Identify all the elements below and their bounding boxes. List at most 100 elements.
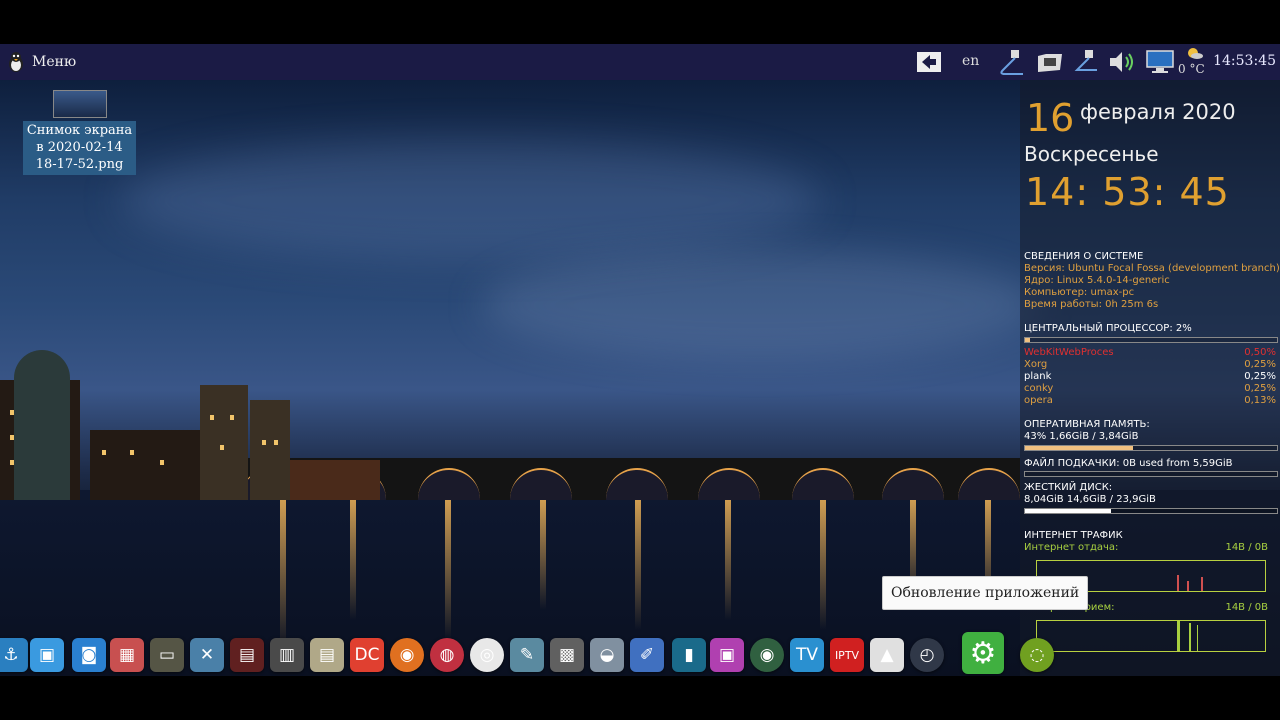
folder-mount-icon[interactable] [1034,48,1066,76]
iptv-icon[interactable]: IPTV [830,638,864,672]
conky-computer: Компьютер: umax-pc [1024,287,1135,298]
desktop-file-screenshot[interactable]: Снимок экрана в 2020-02-14 18-17-52.png [23,90,136,175]
conky-process-name: conky [1024,383,1054,394]
tux-icon [9,52,23,72]
dome-building [14,350,70,500]
conky-process-row: WebKitWebProces 0,50% [1024,347,1276,358]
settings-tools-glyph: ✕ [199,645,215,665]
update-apps-icon[interactable]: ⚙ [962,632,1004,674]
conky-ram-value: 43% 1,66GiB / 3,84GiB [1024,431,1139,442]
globe-icon[interactable]: ◉ [750,638,784,672]
scanner-icon[interactable]: ▤ [310,638,344,672]
conky-disk-bar-fill [1025,509,1111,513]
bridge-arch [792,468,854,500]
panel-clock[interactable]: 14:53:45 [1213,53,1276,69]
light-reflection [725,500,731,620]
building [90,430,200,500]
dock-tooltip: Обновление приложений [882,576,1089,610]
thunderbird-glyph: ◉ [399,645,415,665]
terminal-icon[interactable]: ▭ [150,638,184,672]
conky-swap-heading: ФАЙЛ ПОДКАЧКИ: 0B used from 5,59GiB [1024,458,1233,469]
drive-icon[interactable]: ◒ [590,638,624,672]
menu-button[interactable]: Меню [6,49,76,75]
volume-icon[interactable] [1106,48,1138,76]
wallpaper-cloud [480,250,1040,360]
ubuntu-icon[interactable]: ◌ [1020,638,1054,672]
bridge-arch [418,468,480,500]
globe-glyph: ◉ [759,645,775,665]
linux-penguin-icon[interactable]: ▲ [870,638,904,672]
linux-penguin-glyph: ▲ [880,645,894,665]
chrome-glyph: ◎ [479,645,495,665]
brush-icon[interactable]: ✐ [630,638,664,672]
thunderbird-icon[interactable]: ◉ [390,638,424,672]
conky-upload-label: Интернет отдача: [1024,542,1119,553]
conky-disk-value: 8,04GiB 14,6GiB / 23,9GiB [1024,494,1156,505]
keyboard-layout-indicator[interactable]: en [962,53,979,69]
bridge-arch [698,468,760,500]
media-screen-glyph: ▤ [238,645,256,665]
photo-icon[interactable]: ▣ [710,638,744,672]
image-thumbnail-icon [52,90,107,118]
wallpaper-cloud [120,140,820,260]
software-center-icon[interactable]: ◙ [72,638,106,672]
panel-icon[interactable]: ▮ [672,638,706,672]
conky-upload-row: Интернет отдача: 14B / 0B [1024,542,1276,553]
conky-swap-bar [1024,471,1278,477]
temperature-label[interactable]: 0 °C [1178,62,1205,76]
wallpaper-old-town [0,330,420,500]
tower [200,385,248,500]
conky-process-value: 0,25% [1244,383,1276,394]
menu-label: Меню [32,54,77,70]
chrome-icon[interactable]: ◎ [470,638,504,672]
conky-cpu-bar [1024,337,1278,343]
top-panel: Меню en 0 °C 14:53:45 [0,44,1280,80]
dc-app-icon[interactable]: DC [350,638,384,672]
drive-glyph: ◒ [599,645,615,665]
conky-net-heading: ИНТЕРНЕТ ТРАФИК [1024,530,1123,541]
conky-cpu-heading: ЦЕНТРАЛЬНЫЙ ПРОЦЕССОР: 2% [1024,323,1192,334]
anchor-icon[interactable]: ⚓ [0,638,28,672]
conky-kernel: Ядро: Linux 5.4.0-14-generic [1024,275,1170,286]
back-arrow-icon[interactable] [914,48,944,76]
package-icon[interactable]: ▦ [110,638,144,672]
anchor-glyph: ⚓ [3,645,19,665]
weather-icon[interactable] [1180,44,1206,60]
building [290,460,380,500]
video-editor-glyph: ▩ [558,645,576,665]
pen-tablet-icon[interactable] [994,48,1028,76]
media-screen-icon[interactable]: ▤ [230,638,264,672]
typewriter-icon[interactable]: ▥ [270,638,304,672]
light-reflection [635,500,641,630]
conky-disk-heading: ЖЕСТКИЙ ДИСК: [1024,482,1113,493]
conky-month-year: февраля 2020 [1080,100,1236,124]
tv-icon[interactable]: TV [790,638,824,672]
desktop-file-label: Снимок экрана в 2020-02-14 18-17-52.png [23,121,136,175]
conky-disk-bar [1024,508,1278,514]
conky-ram-bar-fill [1025,446,1134,450]
settings-tools-icon[interactable]: ✕ [190,638,224,672]
conky-ram-bar [1024,445,1278,451]
tablet-pen-glyph: ✎ [519,645,535,665]
typewriter-glyph: ▥ [278,645,296,665]
bridge-arch [958,468,1020,500]
disk-usage-icon[interactable]: ◴ [910,638,944,672]
conky-process-name: opera [1024,395,1053,406]
conky-process-value: 0,50% [1244,347,1276,358]
brush-glyph: ✐ [639,645,655,665]
light-reflection [820,500,826,630]
conky-process-row: conky 0,25% [1024,383,1276,394]
dc-app-glyph: DC [354,645,380,665]
monitor-icon[interactable] [1144,48,1176,76]
store-bag-icon[interactable]: ▣ [30,638,64,672]
tower [250,400,290,500]
tablet-pen-icon[interactable]: ✎ [510,638,544,672]
conky-time: 14: 53: 45 [1025,170,1230,214]
network-tool-icon[interactable] [1070,48,1102,76]
browser-globe-icon[interactable]: ◍ [430,638,464,672]
terminal-glyph: ▭ [158,645,176,665]
conky-day: 16 [1026,96,1075,140]
store-bag-glyph: ▣ [38,645,56,665]
browser-globe-glyph: ◍ [439,645,455,665]
video-editor-icon[interactable]: ▩ [550,638,584,672]
